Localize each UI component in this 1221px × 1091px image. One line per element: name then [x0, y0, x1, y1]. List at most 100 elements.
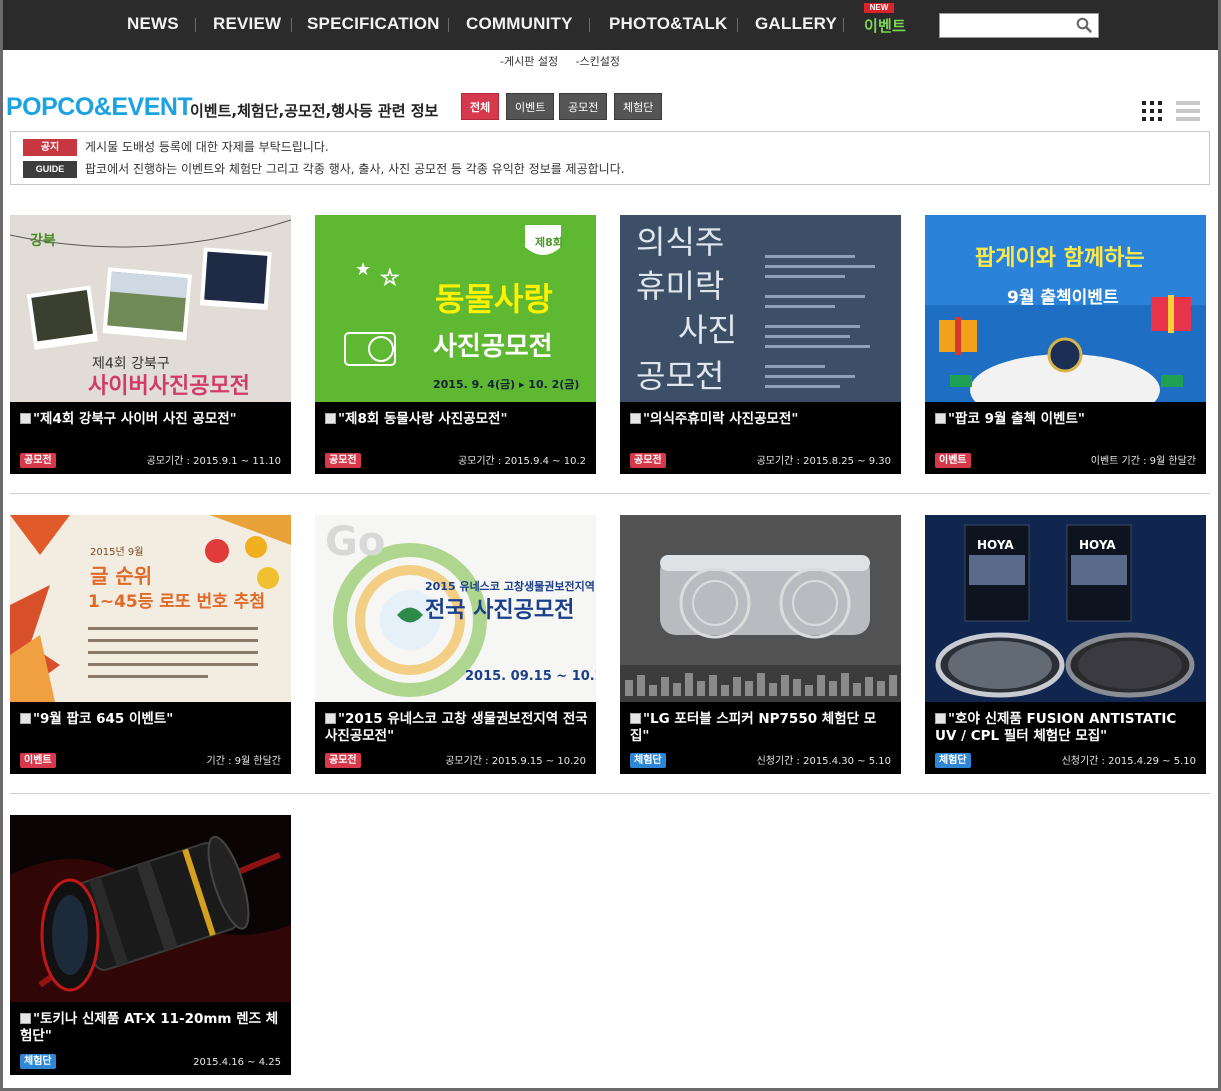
thumb-text: 2015. 9. 4(금) ▸ 10. 2(금): [433, 378, 579, 391]
post-card[interactable]: 2015년 9월 글 순위 1~45등 로또 번호 추첨 "9월 팝코 645 …: [10, 515, 291, 774]
thumb-text: 공모전: [636, 357, 724, 395]
row-divider: [10, 493, 1210, 494]
post-title[interactable]: "토키나 신제품 AT-X 11-20mm 렌즈 체험단": [20, 1011, 285, 1045]
thumb-text: HOYA: [1079, 538, 1116, 552]
nav-event[interactable]: 이벤트: [864, 15, 906, 37]
post-title[interactable]: "의식주휴미락 사진공모전": [630, 411, 895, 428]
post-title[interactable]: "9월 팝코 645 이벤트": [20, 711, 285, 728]
svg-text:☆: ☆: [380, 266, 400, 291]
post-period: 공모기간 : 2015.9.1 ~ 11.10: [146, 456, 281, 467]
post-card[interactable]: Go 2015 유네스코 고창생물권보전지역 전국 사진공모전 2015. 09…: [315, 515, 596, 774]
post-title[interactable]: "호야 신제품 FUSION ANTISTATIC UV / CPL 필터 체험…: [935, 711, 1200, 745]
thumb-text: 2015. 09.15 ~ 10.20: [465, 669, 596, 684]
search-input[interactable]: [940, 14, 1070, 37]
category-badge: 공모전: [325, 453, 361, 468]
guide-text: 팝코에서 진행하는 이벤트와 체험단 그리고 각종 행사, 출사, 사진 공모전…: [85, 162, 625, 176]
image-icon: [325, 713, 336, 724]
image-icon: [935, 713, 946, 724]
guide-tag: GUIDE: [23, 161, 77, 178]
nav-news[interactable]: NEWS: [127, 14, 179, 36]
thumb-text: 사진: [678, 311, 737, 349]
post-card[interactable]: "LG 포터블 스피커 NP7550 체험단 모집" 체험단 신청기간 : 20…: [620, 515, 901, 774]
nav-gallery[interactable]: GALLERY: [755, 14, 837, 36]
category-badge: 체험단: [20, 1054, 56, 1069]
post-period: 공모기간 : 2015.9.15 ~ 10.20: [445, 756, 586, 767]
image-icon: [630, 413, 641, 424]
post-title[interactable]: "제8회 동물사랑 사진공모전": [325, 411, 590, 428]
board-settings-link[interactable]: -게시판 설정: [500, 55, 558, 68]
post-thumbnail: [620, 515, 901, 702]
image-icon: [20, 413, 31, 424]
post-card[interactable]: 팝게이와 함께하는 9월 출첵이벤트 "팝코 9월 출첵 이벤트" 이벤트 이벤…: [925, 215, 1206, 474]
category-badge: 체험단: [630, 753, 666, 768]
post-thumbnail: Go 2015 유네스코 고창생물권보전지역 전국 사진공모전 2015. 09…: [315, 515, 596, 702]
thumb-text: 휴미락: [636, 267, 724, 305]
post-period: 2015.4.16 ~ 4.25: [193, 1057, 281, 1068]
nav-divider: [737, 18, 738, 32]
post-period: 공모기간 : 2015.9.4 ~ 10.2: [457, 456, 586, 467]
guide-row: GUIDE 팝코에서 진행하는 이벤트와 체험단 그리고 각종 행사, 출사, 사…: [23, 160, 625, 178]
post-card[interactable]: 제8회 ★ ☆ 동물사랑 사진공모전 2015. 9. 4(금) ▸ 10. 2…: [315, 215, 596, 474]
post-thumbnail: 팝게이와 함께하는 9월 출첵이벤트: [925, 215, 1206, 402]
category-badge: 이벤트: [935, 453, 971, 468]
svg-text:강북: 강북: [30, 232, 56, 249]
post-period: 신청기간 : 2015.4.29 ~ 5.10: [1061, 756, 1196, 767]
thumb-text: 2015년 9월: [90, 546, 143, 558]
thumb-text: 사이버사진공모전: [88, 374, 250, 399]
thumb-text: 1~45등 로또 번호 추첨: [88, 591, 265, 612]
category-badge: 이벤트: [20, 753, 56, 768]
post-card[interactable]: "토키나 신제품 AT-X 11-20mm 렌즈 체험단" 체험단 2015.4…: [10, 815, 291, 1075]
image-icon: [20, 713, 31, 724]
notice-tag: 공지: [23, 139, 77, 156]
post-period: 신청기간 : 2015.4.30 ~ 5.10: [756, 756, 891, 767]
nav-photo-talk[interactable]: PHOTO&TALK: [609, 14, 727, 36]
category-event-button[interactable]: 이벤트: [506, 93, 555, 120]
category-all-button[interactable]: 전체: [461, 93, 500, 120]
thumb-text: 글 순위: [90, 564, 152, 588]
nav-specification[interactable]: SPECIFICATION: [307, 14, 440, 36]
nav-review[interactable]: REVIEW: [213, 14, 281, 36]
skin-settings-link[interactable]: -스킨설정: [576, 55, 620, 68]
list-view-icon[interactable]: [1176, 100, 1200, 122]
category-badge: 체험단: [935, 753, 971, 768]
row-divider: [10, 793, 1210, 794]
post-title[interactable]: "제4회 강북구 사이버 사진 공모전": [20, 411, 285, 428]
post-card[interactable]: 의식주 휴미락 사진 공모전 "의식주휴미락 사진공모전" 공모전 공모기간 :…: [620, 215, 901, 474]
thumb-text: 사진공모전: [433, 332, 553, 362]
post-thumbnail: 제8회 ★ ☆ 동물사랑 사진공모전 2015. 9. 4(금) ▸ 10. 2…: [315, 215, 596, 402]
image-icon: [325, 413, 336, 424]
nav-divider: [843, 18, 844, 32]
nav-community[interactable]: COMMUNITY: [466, 14, 573, 36]
post-thumbnail: 의식주 휴미락 사진 공모전: [620, 215, 901, 402]
thumb-text: 9월 출첵이벤트: [1007, 288, 1119, 308]
category-contest-button[interactable]: 공모전: [559, 93, 608, 120]
thumb-text: 전국 사진공모전: [425, 598, 574, 623]
new-badge: NEW: [864, 3, 894, 13]
image-icon: [630, 713, 641, 724]
grid-view-icon[interactable]: [1141, 100, 1163, 122]
nav-divider: [195, 18, 196, 32]
thumb-text: 2015 유네스코 고창생물권보전지역: [425, 579, 595, 593]
post-title[interactable]: "팝코 9월 출첵 이벤트": [935, 411, 1200, 428]
thumb-text: 제4회 강북구: [92, 356, 170, 372]
post-card[interactable]: HOYA HOYA "호야 신제품 FUSION ANTISTATIC UV /…: [925, 515, 1206, 774]
post-thumbnail: 2015년 9월 글 순위 1~45등 로또 번호 추첨: [10, 515, 291, 702]
post-period: 기간 : 9월 한달간: [206, 756, 281, 767]
post-period: 이벤트 기간 : 9월 한달간: [1090, 456, 1196, 467]
post-thumbnail: HOYA HOYA: [925, 515, 1206, 702]
notice-row: 공지 게시물 도배성 등록에 대한 자제를 부탁드립니다.: [23, 138, 329, 156]
thumb-text: 제8회: [535, 235, 563, 249]
search-icon[interactable]: [1076, 17, 1092, 33]
svg-text:★: ★: [355, 259, 371, 280]
board-title: POPCO&EVENT: [6, 93, 193, 121]
category-review-group-button[interactable]: 체험단: [614, 93, 663, 120]
thumb-text: 동물사랑: [435, 280, 553, 318]
post-thumbnail: [10, 815, 291, 1002]
post-title[interactable]: "2015 유네스코 고창 생물권보전지역 전국 사진공모전": [325, 711, 590, 745]
post-card[interactable]: 강북 제4회 강북구 사이버사진공모전 "제4회 강북구 사이버 사진 공모전"…: [10, 215, 291, 474]
post-title[interactable]: "LG 포터블 스피커 NP7550 체험단 모집": [630, 711, 895, 745]
image-icon: [20, 1013, 31, 1024]
board-admin-links: -게시판 설정 -스킨설정: [500, 53, 634, 69]
thumb-text: 팝게이와 함께하는: [975, 246, 1145, 271]
svg-text:Go: Go: [325, 519, 385, 565]
